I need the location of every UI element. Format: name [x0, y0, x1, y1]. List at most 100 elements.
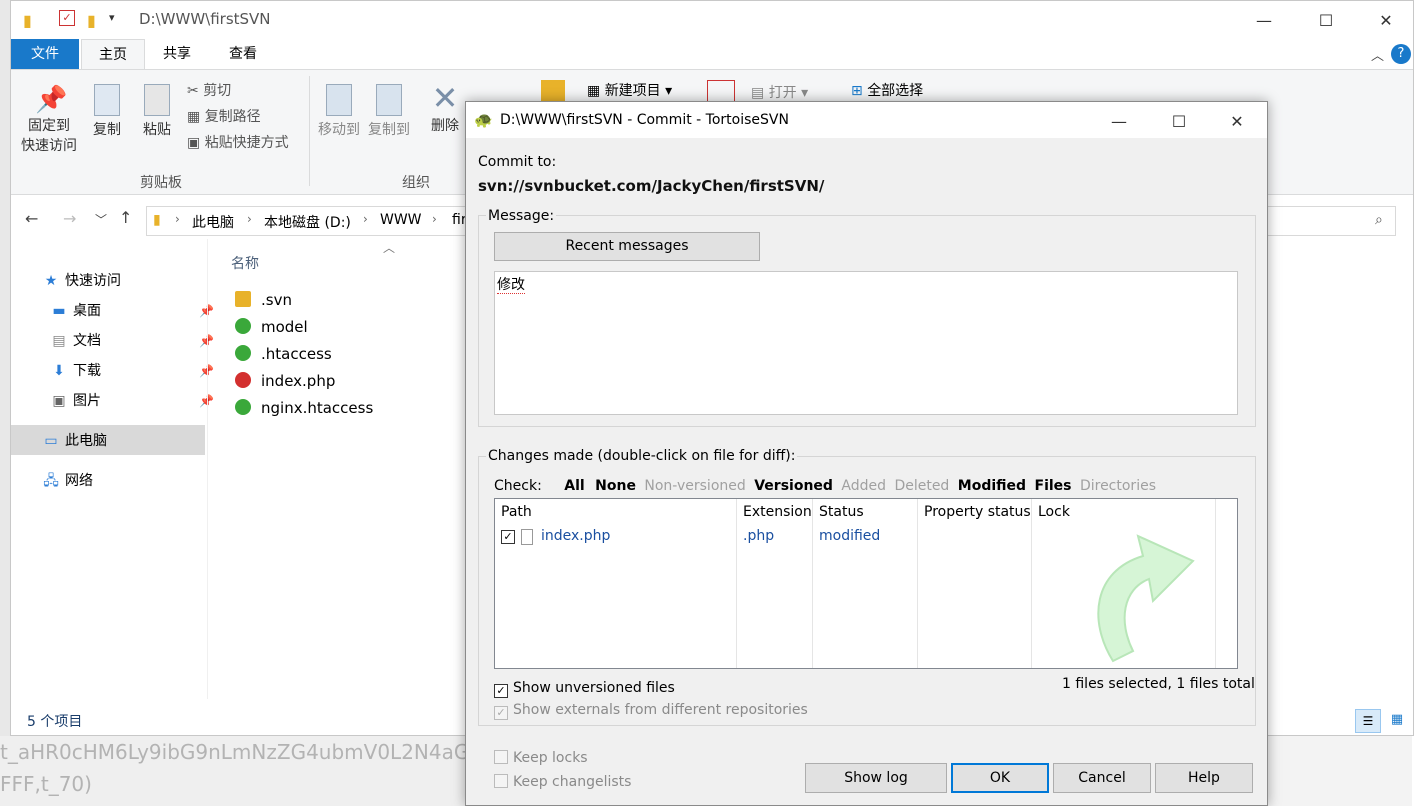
background-line-2: FFF,t_70) [0, 772, 92, 796]
breadcrumb-separator-icon: › [432, 212, 437, 226]
copy-path-button[interactable]: ▦ 复制路径 [187, 106, 261, 126]
help-icon[interactable]: ? [1391, 44, 1411, 64]
move-to-icon [326, 84, 352, 116]
tab-file[interactable]: 文件 [11, 39, 79, 69]
file-ok-icon [235, 399, 251, 415]
dialog-close-button[interactable]: ✕ [1214, 102, 1260, 140]
show-log-button[interactable]: Show log [805, 763, 947, 793]
paste-shortcut-button[interactable]: ▣ 粘贴快捷方式 [187, 132, 289, 152]
paste-button[interactable]: 粘贴 [137, 84, 177, 140]
file-item[interactable]: index.php [235, 368, 335, 395]
breadcrumb-this-pc[interactable]: 此电脑 [192, 212, 234, 232]
open-button[interactable]: ▤ 打开 ▾ [751, 82, 808, 102]
back-icon[interactable]: ← [25, 209, 38, 228]
row-checkbox[interactable]: ✓ [501, 530, 515, 544]
commit-url: svn://svnbucket.com/JackyChen/firstSVN/ [478, 177, 825, 195]
recent-locations-icon[interactable]: ﹀ [95, 211, 107, 228]
copy-button[interactable]: 复制 [87, 84, 127, 140]
filter-modified[interactable]: Modified [958, 478, 1026, 494]
file-modified-icon [235, 372, 251, 388]
filter-files[interactable]: Files [1035, 478, 1072, 494]
maximize-button[interactable]: ☐ [1303, 1, 1349, 39]
document-icon: ▤ [52, 333, 66, 349]
open-label: 打开 [768, 85, 797, 101]
keep-locks-label: Keep locks [513, 750, 588, 766]
nav-quick-access[interactable]: ★ 快速访问 [41, 266, 121, 296]
column-header-status[interactable]: Status [813, 499, 918, 525]
tab-view[interactable]: 查看 [215, 39, 271, 69]
show-externals-checkbox[interactable]: ✓ Show externals from different repositor… [494, 702, 808, 720]
show-externals-label: Show externals from different repositori… [513, 702, 808, 718]
nav-documents[interactable]: ▤文档📌 [49, 326, 214, 356]
nav-desktop[interactable]: ▬桌面📌 [49, 296, 214, 326]
keep-locks-checkbox[interactable]: Keep locks [494, 750, 588, 766]
filter-nonversioned[interactable]: Non-versioned [644, 478, 745, 494]
message-textarea[interactable]: 修改 [494, 271, 1238, 415]
filter-deleted[interactable]: Deleted [894, 478, 949, 494]
window-title: D:\WWW\firstSVN [139, 10, 271, 28]
cut-button[interactable]: ✂ 剪切 [187, 80, 231, 100]
filter-all[interactable]: All [564, 478, 584, 494]
copy-label: 复制 [93, 122, 121, 138]
column-header-path[interactable]: Path [495, 499, 737, 525]
move-to-button[interactable]: 移动到 [315, 84, 363, 140]
background-line-1: t_aHR0cHM6Ly9ibG9nLmNzZG4ubmV0L2N4aGJsb [0, 740, 499, 764]
new-item-button[interactable]: ▦ 新建项目 ▾ [587, 80, 672, 100]
pin-to-quick-access-button[interactable]: 📌 固定到 快速访问 [19, 84, 79, 156]
dialog-minimize-button[interactable]: — [1096, 102, 1142, 140]
file-item[interactable]: nginx.htaccess [235, 395, 373, 422]
help-button[interactable]: Help [1155, 763, 1253, 793]
keep-changelists-label: Keep changelists [513, 774, 632, 790]
background-left [0, 0, 10, 806]
tab-home[interactable]: 主页 [81, 39, 145, 69]
select-all-button[interactable]: ⊞ 全部选择 [851, 80, 923, 100]
nav-label: 下载 [73, 363, 101, 379]
breadcrumb-www[interactable]: WWW [380, 212, 422, 228]
filter-versioned[interactable]: Versioned [754, 478, 833, 494]
details-view-icon[interactable]: ☰ [1355, 709, 1381, 733]
collapse-ribbon-icon[interactable]: ︿ [1371, 45, 1384, 64]
new-folder-icon[interactable]: ▮ [87, 11, 96, 30]
column-header-extension[interactable]: Extension [737, 499, 813, 525]
show-unversioned-checkbox[interactable]: ✓ Show unversioned files [494, 680, 675, 698]
star-icon: ★ [44, 273, 58, 289]
filter-added[interactable]: Added [841, 478, 886, 494]
copy-to-button[interactable]: 复制到 [365, 84, 413, 140]
folder-icon [235, 291, 251, 307]
changes-table: Path Extension Status Property status Lo… [494, 498, 1238, 669]
delete-button[interactable]: ✕ 删除 [425, 80, 465, 136]
check-label: Check: [494, 478, 542, 494]
filter-directories[interactable]: Directories [1080, 478, 1156, 494]
qat-dropdown-icon[interactable]: ▾ [109, 11, 115, 24]
up-icon[interactable]: ↑ [119, 208, 132, 227]
file-item[interactable]: model [235, 314, 308, 341]
properties-icon[interactable]: ✓ [59, 10, 75, 26]
dialog-maximize-button[interactable]: ☐ [1156, 102, 1202, 140]
minimize-button[interactable]: — [1241, 1, 1287, 39]
large-icons-view-icon[interactable]: ▦ [1385, 709, 1409, 733]
picture-icon: ▣ [52, 393, 66, 409]
column-header-name[interactable]: 名称 [231, 253, 259, 273]
nav-label: 此电脑 [65, 433, 107, 449]
nav-network[interactable]: 🖧 网络 [41, 466, 93, 496]
tab-share[interactable]: 共享 [149, 39, 205, 69]
new-folder-large-icon[interactable] [541, 80, 565, 102]
recent-messages-button[interactable]: Recent messages [494, 232, 760, 261]
filter-none[interactable]: None [595, 478, 636, 494]
nav-pictures[interactable]: ▣图片📌 [49, 386, 214, 416]
file-item[interactable]: .svn [235, 287, 292, 314]
pin-icon: 📌 [35, 85, 68, 115]
forward-icon[interactable]: → [63, 209, 76, 228]
keep-changelists-checkbox[interactable]: Keep changelists [494, 774, 631, 790]
breadcrumb-drive-d[interactable]: 本地磁盘 (D:) [264, 212, 351, 232]
search-icon[interactable]: ⌕ [1375, 212, 1383, 228]
ok-button[interactable]: OK [951, 763, 1049, 793]
close-button[interactable]: ✕ [1363, 1, 1409, 39]
copy-path-label: 复制路径 [204, 109, 261, 125]
move-to-label: 移动到 [318, 122, 360, 138]
cancel-button[interactable]: Cancel [1053, 763, 1151, 793]
nav-this-pc[interactable]: ▭ 此电脑 [41, 426, 107, 456]
file-item[interactable]: .htaccess [235, 341, 332, 368]
column-header-property-status[interactable]: Property status [918, 499, 1032, 525]
nav-downloads[interactable]: ⬇下载📌 [49, 356, 214, 386]
